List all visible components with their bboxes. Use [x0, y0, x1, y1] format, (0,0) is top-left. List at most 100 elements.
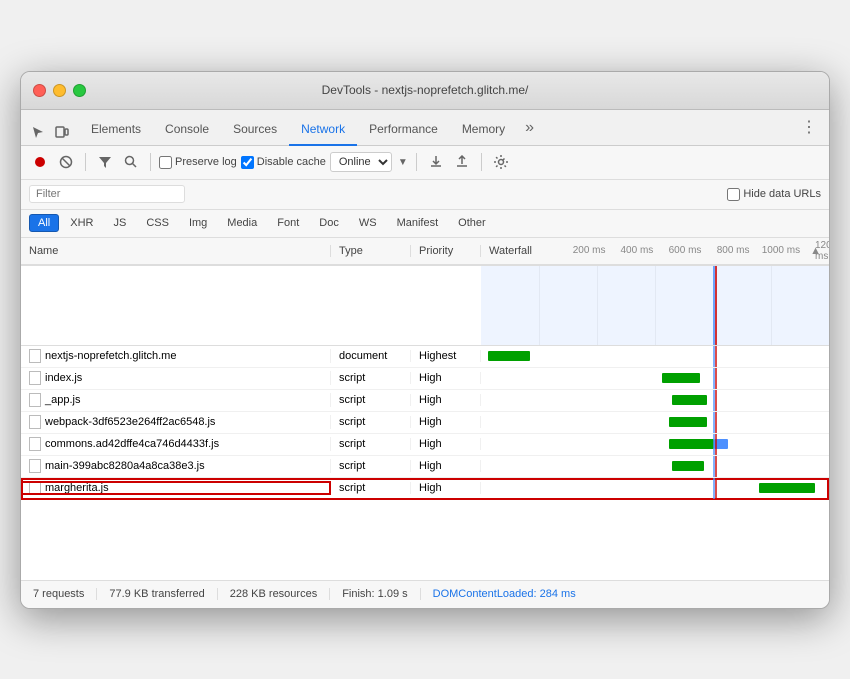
- hide-data-urls-group: Hide data URLs: [727, 188, 821, 201]
- type-filter-manifest[interactable]: Manifest: [388, 214, 448, 232]
- type-filter-css[interactable]: CSS: [137, 214, 178, 232]
- status-transferred: 77.9 KB transferred: [97, 588, 217, 600]
- tab-performance[interactable]: Performance: [357, 116, 450, 146]
- scale-200: 200 ms: [573, 245, 606, 256]
- status-finish: Finish: 1.09 s: [330, 588, 420, 600]
- devtools-menu-button[interactable]: ⋮: [797, 111, 821, 145]
- row-priority-1: High: [411, 372, 481, 384]
- preserve-log-group: Preserve log: [159, 156, 237, 169]
- network-toolbar: Preserve log Disable cache Online ▼: [21, 146, 829, 180]
- scale-400: 400 ms: [620, 245, 653, 256]
- traffic-lights: [33, 84, 86, 97]
- clear-button[interactable]: [55, 151, 77, 173]
- tab-sources[interactable]: Sources: [221, 116, 289, 146]
- type-filter-ws[interactable]: WS: [350, 214, 386, 232]
- col-name[interactable]: Name: [21, 245, 331, 257]
- table-row[interactable]: main-399abc8280a4a8ca38e3.js script High: [21, 456, 829, 478]
- waterfall-chart-area: [481, 266, 829, 345]
- devtools-window: DevTools - nextjs-noprefetch.glitch.me/ …: [20, 71, 830, 609]
- wf-bar-3: [669, 417, 707, 427]
- row-priority-4: High: [411, 438, 481, 450]
- search-button[interactable]: [120, 151, 142, 173]
- table-row[interactable]: webpack-3df6523e264ff2ac6548.js script H…: [21, 412, 829, 434]
- row-type-0: document: [331, 350, 411, 362]
- wf-bar-5: [672, 461, 703, 471]
- row-priority-0: Highest: [411, 350, 481, 362]
- table-header: Name Type Priority Waterfall ▲ 200 ms 40…: [21, 238, 829, 266]
- tab-elements[interactable]: Elements: [79, 116, 153, 146]
- table-row[interactable]: _app.js script High: [21, 390, 829, 412]
- export-button[interactable]: [451, 151, 473, 173]
- separator-4: [481, 153, 482, 171]
- file-icon: [29, 481, 41, 495]
- empty-space: [21, 500, 829, 580]
- tab-memory[interactable]: Memory: [450, 116, 517, 146]
- disable-cache-checkbox[interactable]: [241, 156, 254, 169]
- scale-600: 600 ms: [669, 245, 702, 256]
- row-waterfall-3: [481, 412, 829, 433]
- cursor-icon[interactable]: [29, 123, 47, 141]
- import-button[interactable]: [425, 151, 447, 173]
- type-filter-img[interactable]: Img: [180, 214, 216, 232]
- row-type-1: script: [331, 372, 411, 384]
- table-row[interactable]: nextjs-noprefetch.glitch.me document Hig…: [21, 346, 829, 368]
- settings-button[interactable]: [490, 151, 512, 173]
- throttle-select[interactable]: Online: [330, 152, 392, 172]
- wf-bar-4-green: [669, 439, 714, 449]
- timeline-scale: 200 ms 400 ms 600 ms 800 ms 1000 ms 1200…: [541, 245, 829, 257]
- wf-red-3: [715, 412, 717, 433]
- type-filters: All XHR JS CSS Img Media Font Doc WS Man…: [21, 210, 829, 238]
- more-tabs-button[interactable]: »: [521, 113, 538, 145]
- type-filter-media[interactable]: Media: [218, 214, 266, 232]
- type-filter-other[interactable]: Other: [449, 214, 495, 232]
- type-filter-doc[interactable]: Doc: [310, 214, 348, 232]
- row-priority-3: High: [411, 416, 481, 428]
- file-icon: [29, 459, 41, 473]
- tab-network[interactable]: Network: [289, 116, 357, 146]
- scale-1200: 1200 ms: [815, 240, 830, 262]
- wf-bar-6: [759, 483, 815, 493]
- title-bar: DevTools - nextjs-noprefetch.glitch.me/: [21, 72, 829, 110]
- minimize-button[interactable]: [53, 84, 66, 97]
- row-name-commons: commons.ad42dffe4ca746d4433f.js: [21, 437, 331, 451]
- separator-3: [416, 153, 417, 171]
- waterfall-chart: [21, 266, 829, 346]
- type-filter-js[interactable]: JS: [104, 214, 135, 232]
- col-waterfall[interactable]: Waterfall ▲ 200 ms 400 ms 600 ms 800 ms …: [481, 245, 829, 257]
- filter-button[interactable]: [94, 151, 116, 173]
- record-button[interactable]: [29, 151, 51, 173]
- wf-red-0: [715, 346, 717, 367]
- row-waterfall-5: [481, 456, 829, 477]
- file-icon: [29, 393, 41, 407]
- hide-data-urls-checkbox[interactable]: [727, 188, 740, 201]
- type-filter-xhr[interactable]: XHR: [61, 214, 102, 232]
- device-icon[interactable]: [53, 123, 71, 141]
- row-type-4: script: [331, 438, 411, 450]
- row-priority-6: High: [411, 482, 481, 494]
- col-type[interactable]: Type: [331, 245, 411, 257]
- disable-cache-label: Disable cache: [257, 156, 326, 168]
- row-name-index: index.js: [21, 371, 331, 385]
- table-row-highlighted[interactable]: margherita.js script High: [21, 478, 829, 500]
- type-filter-font[interactable]: Font: [268, 214, 308, 232]
- tab-icons: [29, 123, 71, 145]
- table-row[interactable]: commons.ad42dffe4ca746d4433f.js script H…: [21, 434, 829, 456]
- filter-input[interactable]: [29, 185, 185, 203]
- preserve-log-checkbox[interactable]: [159, 156, 172, 169]
- row-type-5: script: [331, 460, 411, 472]
- row-name-margherita: margherita.js: [21, 481, 331, 495]
- col-priority[interactable]: Priority: [411, 245, 481, 257]
- window-title: DevTools - nextjs-noprefetch.glitch.me/: [322, 83, 529, 97]
- close-button[interactable]: [33, 84, 46, 97]
- type-filter-all[interactable]: All: [29, 214, 59, 232]
- status-bar: 7 requests 77.9 KB transferred 228 KB re…: [21, 580, 829, 608]
- row-type-3: script: [331, 416, 411, 428]
- throttle-dropdown-icon[interactable]: ▼: [398, 157, 408, 168]
- scale-800: 800 ms: [717, 245, 750, 256]
- status-dom-content-loaded: DOMContentLoaded: 284 ms: [433, 588, 576, 600]
- tab-console[interactable]: Console: [153, 116, 221, 146]
- maximize-button[interactable]: [73, 84, 86, 97]
- table-row[interactable]: index.js script High: [21, 368, 829, 390]
- file-icon: [29, 349, 41, 363]
- row-priority-2: High: [411, 394, 481, 406]
